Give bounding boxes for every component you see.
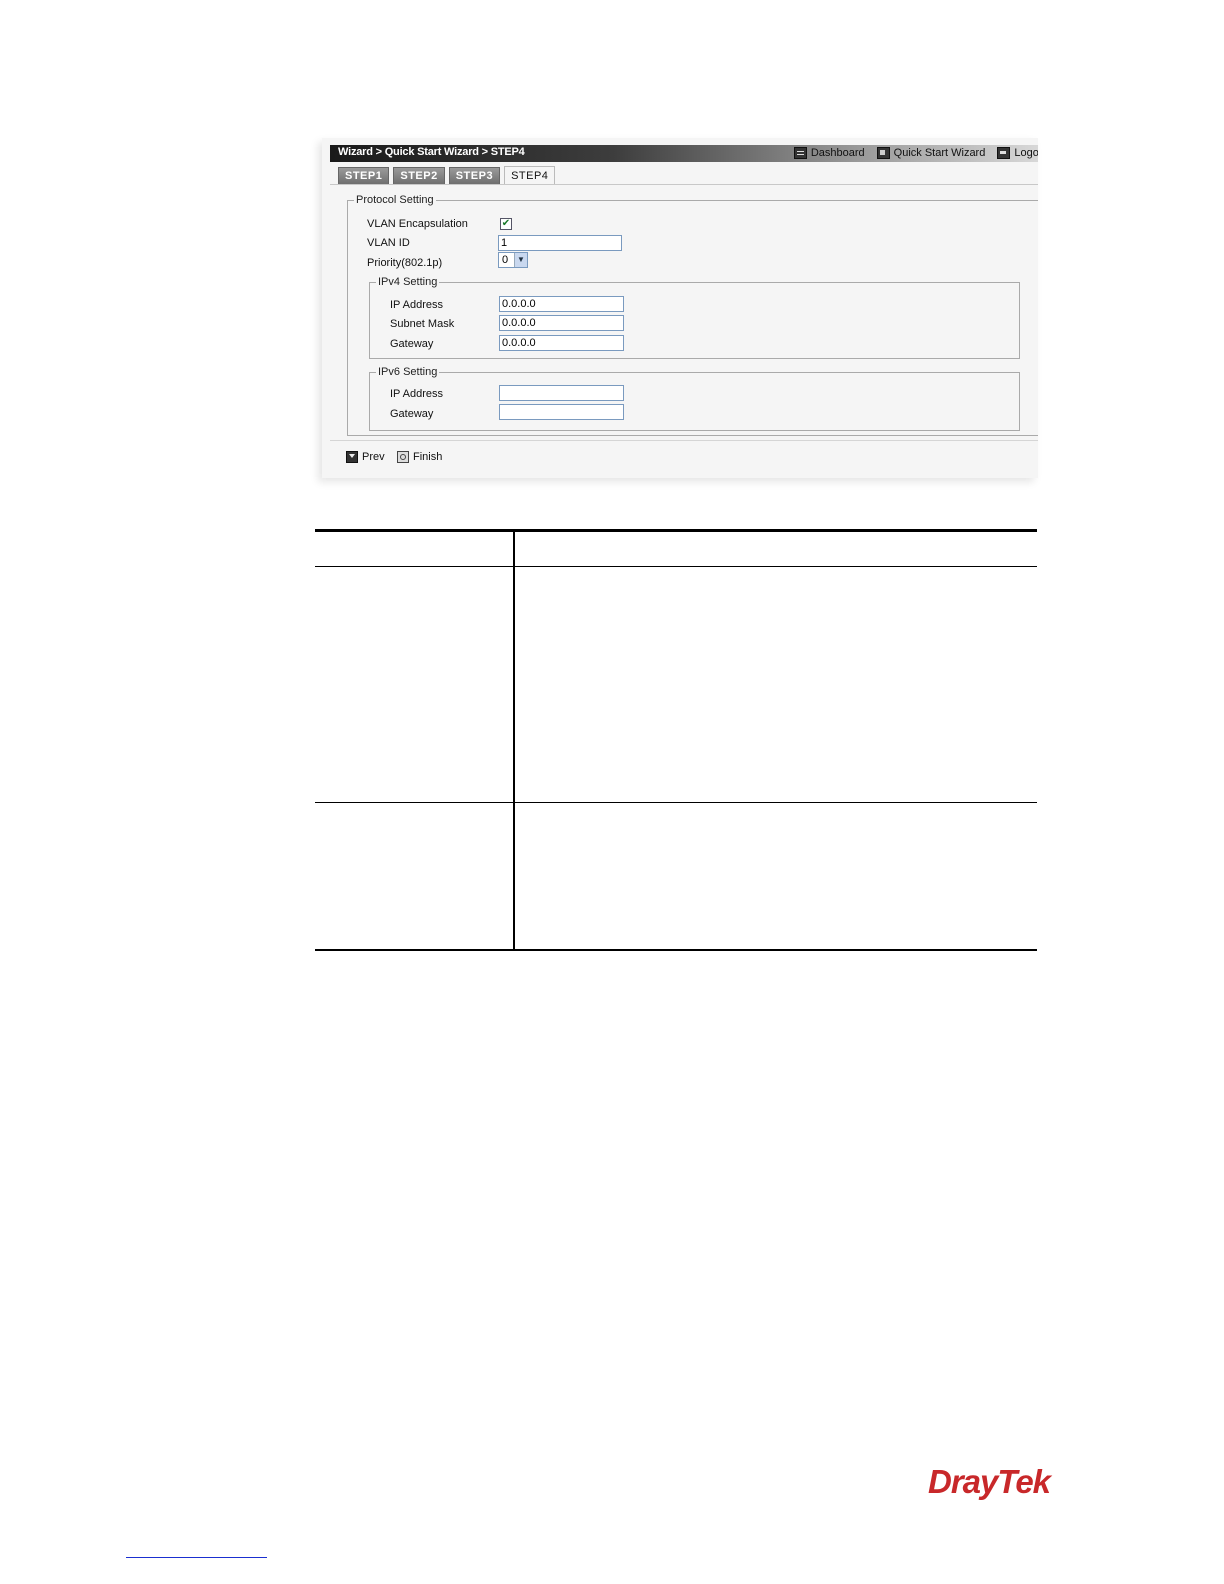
- ipv4-ip-address-input[interactable]: [499, 296, 624, 312]
- dashboard-link-label: Dashboard: [810, 147, 865, 159]
- vlan-id-label: VLAN ID: [367, 237, 410, 249]
- quick-start-wizard-link-label: Quick Start Wizard: [893, 147, 986, 159]
- table-header-rule: [315, 566, 1037, 567]
- footer-link-underline: [126, 1557, 267, 1558]
- logout-icon: [997, 147, 1011, 159]
- vlan-id-input[interactable]: [498, 235, 622, 251]
- protocol-setting-legend: Protocol Setting: [356, 194, 434, 206]
- dashboard-icon: [793, 147, 807, 159]
- table-row-rule: [315, 802, 1037, 803]
- ipv6-ip-address-input[interactable]: [499, 385, 624, 401]
- prev-button[interactable]: Prev: [346, 451, 385, 463]
- ipv6-gateway-input[interactable]: [499, 404, 624, 420]
- description-table: [315, 529, 1037, 951]
- ipv4-subnet-mask-label: Subnet Mask: [390, 318, 455, 330]
- table-bottom-rule: [315, 949, 1037, 951]
- vlan-encapsulation-label: VLAN Encapsulation: [367, 218, 468, 230]
- ipv4-gateway-label: Gateway: [390, 338, 434, 350]
- quick-start-wizard-link[interactable]: Quick Start Wizard: [876, 147, 986, 159]
- tab-step1[interactable]: STEP1: [338, 167, 390, 184]
- title-bar: Wizard > Quick Start Wizard > STEP4 Dash…: [330, 145, 1038, 162]
- ipv6-gateway-label: Gateway: [390, 408, 434, 420]
- prev-button-label: Prev: [362, 451, 385, 463]
- logout-link-label: Logout: [1014, 147, 1038, 159]
- finish-icon: [397, 451, 409, 463]
- tab-step2[interactable]: STEP2: [393, 167, 445, 184]
- draytek-logo: DrayTek: [928, 1463, 1051, 1500]
- table-top-rule: [315, 529, 1037, 532]
- step-tabs: STEP1 STEP2 STEP3 STEP4: [338, 166, 556, 185]
- logout-link[interactable]: Logout: [997, 147, 1038, 159]
- ipv6-setting-group: IPv6 Setting: [369, 366, 1020, 431]
- check-icon: ✔: [501, 218, 511, 229]
- priority-value: 0: [502, 254, 509, 266]
- ipv4-ip-address-label: IP Address: [390, 299, 443, 311]
- ipv4-gateway-input[interactable]: [499, 335, 624, 351]
- tab-step4[interactable]: STEP4: [504, 166, 556, 185]
- priority-label: Priority(802.1p): [367, 257, 443, 269]
- ipv4-setting-group: IPv4 Setting: [369, 276, 1020, 359]
- top-links: Dashboard Quick Start Wizard Logout: [793, 147, 1038, 159]
- breadcrumb: Wizard > Quick Start Wizard > STEP4: [338, 146, 525, 158]
- wizard-screenshot: Wizard > Quick Start Wizard > STEP4 Dash…: [322, 138, 1038, 478]
- ipv4-subnet-mask-input[interactable]: [499, 315, 624, 331]
- table-column-rule: [513, 529, 515, 951]
- vlan-encapsulation-checkbox[interactable]: ✔: [500, 218, 512, 230]
- tab-step3[interactable]: STEP3: [448, 167, 501, 184]
- finish-button[interactable]: Finish: [397, 451, 442, 463]
- dashboard-link[interactable]: Dashboard: [793, 147, 865, 159]
- ipv4-setting-legend: IPv4 Setting: [378, 276, 438, 288]
- footer-divider: [330, 440, 1038, 441]
- wizard-icon: [876, 147, 890, 159]
- priority-select[interactable]: 0 ▼: [498, 252, 528, 268]
- ipv6-ip-address-label: IP Address: [390, 388, 443, 400]
- tab-divider: [330, 184, 1038, 185]
- ipv6-setting-legend: IPv6 Setting: [378, 366, 438, 378]
- chevron-down-icon: ▼: [514, 253, 527, 267]
- prev-icon: [346, 451, 358, 463]
- finish-button-label: Finish: [413, 451, 443, 463]
